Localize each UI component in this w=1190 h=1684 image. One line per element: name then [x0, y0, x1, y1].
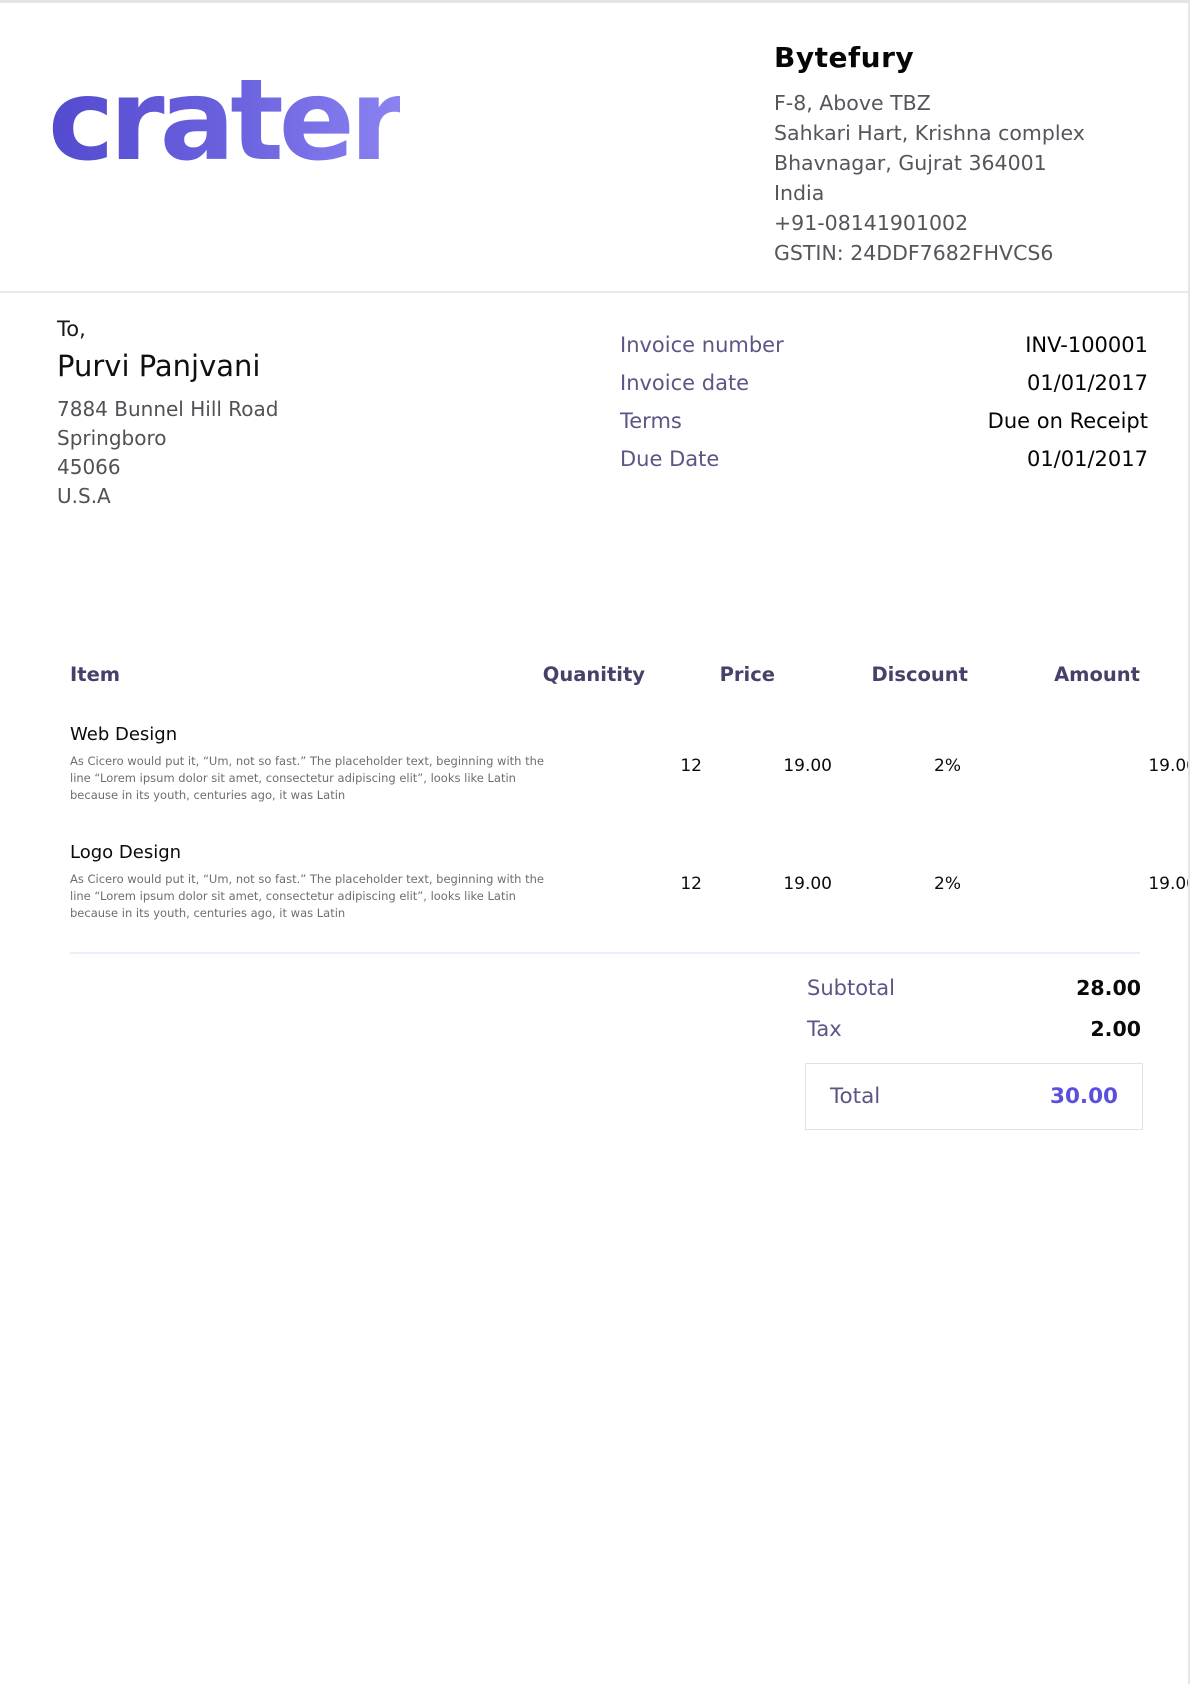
company-address-line: India [774, 178, 1152, 208]
bill-to-address-line: 7884 Bunnel Hill Road [57, 395, 278, 424]
due-date-value: 01/01/2017 [1027, 447, 1148, 471]
table-row: Web Design As Cicero would put it, “Um, … [70, 724, 1140, 804]
item-cell: Logo Design As Cicero would put it, “Um,… [70, 842, 562, 922]
invoice-header: crater Bytefury F-8, Above TBZ Sahkari H… [0, 3, 1188, 293]
column-header-amount: Amount [968, 663, 1140, 686]
item-discount: 2% [832, 724, 1025, 804]
total-value: 30.00 [1050, 1084, 1118, 1109]
crater-logo: crater [48, 67, 400, 175]
company-name: Bytefury [774, 41, 1152, 74]
invoice-number-row: Invoice number INV-100001 [620, 333, 1148, 357]
item-amount: 19.00 [1025, 842, 1190, 922]
due-date-row: Due Date 01/01/2017 [620, 447, 1148, 471]
company-info: Bytefury F-8, Above TBZ Sahkari Hart, Kr… [774, 37, 1152, 268]
item-quantity: 12 [562, 724, 702, 804]
totals-block: Subtotal 28.00 Tax 2.00 Total 30.00 [805, 976, 1143, 1130]
bill-to-name: Purvi Panjvani [57, 349, 278, 383]
column-header-price: Price [645, 663, 775, 686]
bill-to-intro: To, [57, 317, 278, 341]
company-address-line: Sahkari Hart, Krishna complex [774, 118, 1152, 148]
items-table: Item Quanitity Price Discount Amount Web… [70, 663, 1140, 954]
invoice-date-value: 01/01/2017 [1027, 371, 1148, 395]
terms-label: Terms [620, 409, 682, 433]
column-header-quantity: Quanitity [505, 663, 645, 686]
subtotal-value: 28.00 [1076, 976, 1141, 1000]
bill-to-address-line: 45066 [57, 453, 278, 482]
invoice-date-row: Invoice date 01/01/2017 [620, 371, 1148, 395]
column-header-item: Item [70, 663, 505, 686]
billing-section: To, Purvi Panjvani 7884 Bunnel Hill Road… [0, 293, 1188, 511]
due-date-label: Due Date [620, 447, 719, 471]
item-discount: 2% [832, 842, 1025, 922]
bill-to-address-line: Springboro [57, 424, 278, 453]
invoice-date-label: Invoice date [620, 371, 749, 395]
table-row: Logo Design As Cicero would put it, “Um,… [70, 842, 1140, 922]
item-price: 19.00 [702, 842, 832, 922]
invoice-page: crater Bytefury F-8, Above TBZ Sahkari H… [0, 0, 1190, 1684]
invoice-meta-block: Invoice number INV-100001 Invoice date 0… [620, 333, 1148, 511]
item-quantity: 12 [562, 842, 702, 922]
invoice-number-value: INV-100001 [1025, 333, 1148, 357]
invoice-number-label: Invoice number [620, 333, 784, 357]
terms-row: Terms Due on Receipt [620, 409, 1148, 433]
company-gstin: GSTIN: 24DDF7682FHVCS6 [774, 238, 1152, 268]
item-cell: Web Design As Cicero would put it, “Um, … [70, 724, 562, 804]
item-amount: 19.00 [1025, 724, 1190, 804]
subtotal-label: Subtotal [807, 976, 895, 1000]
tax-value: 2.00 [1090, 1017, 1141, 1041]
item-name: Web Design [70, 724, 562, 745]
total-label: Total [830, 1084, 880, 1109]
item-name: Logo Design [70, 842, 562, 863]
subtotal-row: Subtotal 28.00 [805, 976, 1143, 1000]
bill-to-address-line: U.S.A [57, 482, 278, 511]
table-bottom-divider [70, 952, 1140, 954]
items-table-header: Item Quanitity Price Discount Amount [70, 663, 1140, 686]
tax-row: Tax 2.00 [805, 1017, 1143, 1041]
tax-label: Tax [807, 1017, 842, 1041]
total-box: Total 30.00 [805, 1063, 1143, 1130]
item-description: As Cicero would put it, “Um, not so fast… [70, 753, 562, 804]
bill-to-block: To, Purvi Panjvani 7884 Bunnel Hill Road… [57, 317, 278, 511]
company-address-line: F-8, Above TBZ [774, 88, 1152, 118]
terms-value: Due on Receipt [988, 409, 1148, 433]
item-price: 19.00 [702, 724, 832, 804]
company-address-line: Bhavnagar, Gujrat 364001 [774, 148, 1152, 178]
item-description: As Cicero would put it, “Um, not so fast… [70, 871, 562, 922]
company-phone: +91-08141901002 [774, 208, 1152, 238]
column-header-discount: Discount [775, 663, 968, 686]
